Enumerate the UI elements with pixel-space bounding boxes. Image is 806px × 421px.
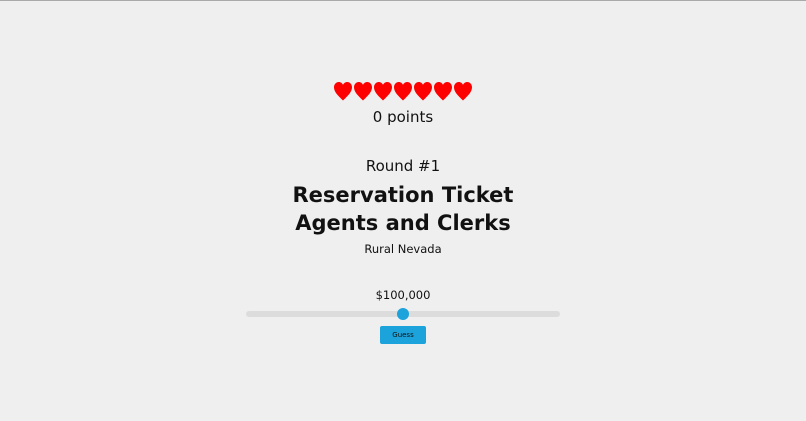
points-display: 0 points — [372, 108, 434, 126]
job-title: Reservation Ticket Agents and Clerks — [292, 183, 514, 235]
heart-icon — [453, 80, 473, 102]
guess-button[interactable]: Guess — [380, 326, 426, 344]
round-label: Round #1 — [365, 157, 441, 175]
location-label: Rural Nevada — [364, 242, 442, 256]
heart-icon — [373, 80, 393, 102]
lives-row — [0, 80, 806, 102]
heart-icon — [353, 80, 373, 102]
heart-icon — [333, 80, 353, 102]
salary-slider[interactable] — [246, 308, 560, 320]
heart-icon — [433, 80, 453, 102]
game-screen: 0 points Round #1 Reservation Ticket Age… — [0, 1, 806, 421]
heart-icon — [413, 80, 433, 102]
salary-guess-value: $100,000 — [375, 288, 431, 302]
slider-thumb[interactable] — [397, 308, 409, 320]
heart-icon — [393, 80, 413, 102]
